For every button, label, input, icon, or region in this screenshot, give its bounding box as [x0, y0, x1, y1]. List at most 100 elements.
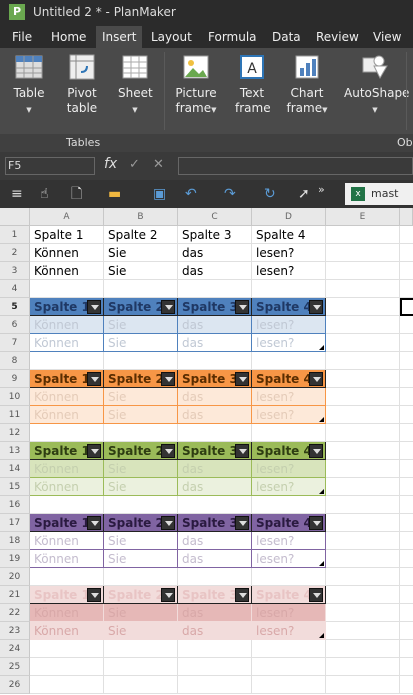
table-header-cell[interactable]: Spalte 4: [252, 442, 326, 460]
column-header-f[interactable]: [400, 208, 413, 226]
table-header-cell[interactable]: Spalte 1: [30, 298, 104, 316]
filter-dropdown-icon[interactable]: [235, 588, 249, 602]
column-header-e[interactable]: E: [326, 208, 400, 226]
row-header-16[interactable]: 16: [0, 496, 30, 514]
table-header-cell[interactable]: Spalte 2: [104, 514, 178, 532]
tab-view[interactable]: View: [367, 26, 407, 48]
cell-text[interactable]: Sie: [104, 262, 178, 280]
cell[interactable]: [400, 352, 413, 370]
table-data-cell[interactable]: das: [178, 604, 252, 622]
cell[interactable]: [104, 568, 178, 586]
cell[interactable]: [178, 280, 252, 298]
row-header-11[interactable]: 11: [0, 406, 30, 424]
cell[interactable]: [326, 244, 400, 262]
row-header-15[interactable]: 15: [0, 478, 30, 496]
cell[interactable]: [326, 280, 400, 298]
menu-icon[interactable]: ≡: [11, 184, 23, 204]
table-data-cell[interactable]: lesen?: [252, 334, 326, 352]
row-header-10[interactable]: 10: [0, 388, 30, 406]
table-header-cell[interactable]: Spalte 1: [30, 370, 104, 388]
row-header-8[interactable]: 8: [0, 352, 30, 370]
touch-mode-icon[interactable]: ☝: [40, 184, 49, 204]
cell[interactable]: [400, 532, 413, 550]
table-data-cell[interactable]: lesen?: [252, 406, 326, 424]
table-header-cell[interactable]: Spalte 4: [252, 514, 326, 532]
cell-text[interactable]: Können: [30, 262, 104, 280]
active-cell-f5[interactable]: [400, 298, 413, 316]
cell[interactable]: [178, 424, 252, 442]
cell[interactable]: [252, 676, 326, 694]
cell-text[interactable]: lesen?: [252, 262, 326, 280]
table-data-cell[interactable]: lesen?: [252, 622, 326, 640]
table-data-cell[interactable]: Sie: [104, 334, 178, 352]
cell[interactable]: [400, 262, 413, 280]
table-data-cell[interactable]: das: [178, 388, 252, 406]
cell-text[interactable]: das: [178, 244, 252, 262]
cell[interactable]: [326, 496, 400, 514]
row-header-14[interactable]: 14: [0, 460, 30, 478]
autoshape-button[interactable]: AutoShape ▼: [344, 52, 409, 118]
cell[interactable]: [104, 640, 178, 658]
table-data-cell[interactable]: das: [178, 550, 252, 568]
table-header-cell[interactable]: Spalte 2: [104, 442, 178, 460]
table-data-cell[interactable]: Können: [30, 622, 104, 640]
spreadsheet-grid[interactable]: A B C D E 1 2 3 4 5 6 7 8 9 10 11 12 13 14 15 16 17 18 19 20 21 22…: [0, 208, 413, 695]
filter-dropdown-icon[interactable]: [87, 588, 101, 602]
cell[interactable]: [400, 514, 413, 532]
cell[interactable]: [326, 604, 400, 622]
fx-icon[interactable]: fx: [104, 156, 117, 172]
cell[interactable]: [326, 532, 400, 550]
table-header-cell[interactable]: Spalte 3: [178, 514, 252, 532]
table-data-cell[interactable]: Sie: [104, 604, 178, 622]
cell[interactable]: [400, 280, 413, 298]
cell[interactable]: [400, 676, 413, 694]
tab-review[interactable]: Review: [310, 26, 365, 48]
check-icon[interactable]: ✓: [129, 157, 140, 172]
table-data-cell[interactable]: lesen?: [252, 460, 326, 478]
cell[interactable]: [326, 478, 400, 496]
cell[interactable]: [252, 352, 326, 370]
cell[interactable]: [178, 496, 252, 514]
refresh-icon[interactable]: ↻: [264, 184, 276, 204]
cell[interactable]: [326, 406, 400, 424]
table-resize-handle[interactable]: [319, 489, 324, 494]
cell[interactable]: [400, 640, 413, 658]
row-header-25[interactable]: 25: [0, 658, 30, 676]
table-data-cell[interactable]: lesen?: [252, 532, 326, 550]
table-data-cell[interactable]: Sie: [104, 550, 178, 568]
select-all-corner[interactable]: [0, 208, 30, 226]
cell[interactable]: [104, 496, 178, 514]
name-box[interactable]: F5: [5, 157, 95, 175]
undo-icon[interactable]: ↶: [185, 184, 197, 204]
table-data-cell[interactable]: das: [178, 532, 252, 550]
filter-dropdown-icon[interactable]: [87, 300, 101, 314]
table-data-cell[interactable]: Sie: [104, 460, 178, 478]
table-data-cell[interactable]: Sie: [104, 532, 178, 550]
row-header-20[interactable]: 20: [0, 568, 30, 586]
filter-dropdown-icon[interactable]: [309, 516, 323, 530]
filter-dropdown-icon[interactable]: [87, 444, 101, 458]
table-data-cell[interactable]: Sie: [104, 478, 178, 496]
table-data-cell[interactable]: Können: [30, 406, 104, 424]
cell[interactable]: [326, 388, 400, 406]
filter-dropdown-icon[interactable]: [309, 444, 323, 458]
row-header-12[interactable]: 12: [0, 424, 30, 442]
table-data-cell[interactable]: das: [178, 478, 252, 496]
filter-dropdown-icon[interactable]: [161, 588, 175, 602]
cell[interactable]: [30, 496, 104, 514]
table-header-cell[interactable]: Spalte 4: [252, 586, 326, 604]
new-document-icon[interactable]: 🗋: [71, 184, 82, 204]
table-data-cell[interactable]: Sie: [104, 388, 178, 406]
cell[interactable]: [400, 334, 413, 352]
filter-dropdown-icon[interactable]: [161, 516, 175, 530]
table-header-cell[interactable]: Spalte 3: [178, 442, 252, 460]
table-header-cell[interactable]: Spalte 3: [178, 370, 252, 388]
filter-dropdown-icon[interactable]: [309, 372, 323, 386]
row-header-2[interactable]: 2: [0, 244, 30, 262]
row-header-22[interactable]: 22: [0, 604, 30, 622]
cell[interactable]: [104, 676, 178, 694]
cell[interactable]: [400, 406, 413, 424]
document-tab[interactable]: x mast: [345, 183, 413, 205]
row-header-18[interactable]: 18: [0, 532, 30, 550]
cell[interactable]: [326, 514, 400, 532]
